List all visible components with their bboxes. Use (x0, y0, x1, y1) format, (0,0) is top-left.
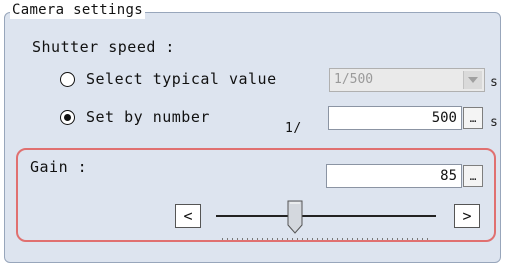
typical-unit: s (490, 75, 498, 90)
ellipsis-icon: … (469, 169, 477, 183)
gain-slider-track[interactable] (216, 215, 436, 217)
group-title: Camera settings (10, 1, 145, 19)
typical-value-text: 1/500 (334, 72, 374, 87)
gain-label: Gain : (30, 158, 88, 176)
shutter-prefix: 1/ (285, 121, 302, 136)
shutter-speed-label: Shutter speed : (32, 38, 175, 56)
chevron-down-icon (463, 71, 482, 89)
gain-more-button[interactable]: … (463, 165, 483, 187)
gain-highlight (16, 148, 496, 242)
gain-increase-button[interactable]: > (454, 204, 480, 228)
shutter-unit: s (490, 115, 498, 130)
shutter-number-field[interactable]: 500 (328, 106, 462, 130)
gain-value-field[interactable]: 85 (326, 164, 462, 188)
gain-slider-ticks (222, 238, 430, 240)
select-typical-label[interactable]: Select typical value (86, 70, 277, 88)
typical-value-select: 1/500 (329, 68, 485, 92)
gain-slider-thumb[interactable] (287, 200, 303, 234)
set-by-number-radio[interactable] (60, 110, 75, 125)
shutter-more-button[interactable]: … (463, 107, 483, 129)
select-typical-radio[interactable] (60, 72, 75, 87)
gain-decrease-button[interactable]: < (175, 204, 201, 228)
ellipsis-icon: … (469, 111, 477, 125)
set-by-number-label[interactable]: Set by number (86, 108, 210, 126)
